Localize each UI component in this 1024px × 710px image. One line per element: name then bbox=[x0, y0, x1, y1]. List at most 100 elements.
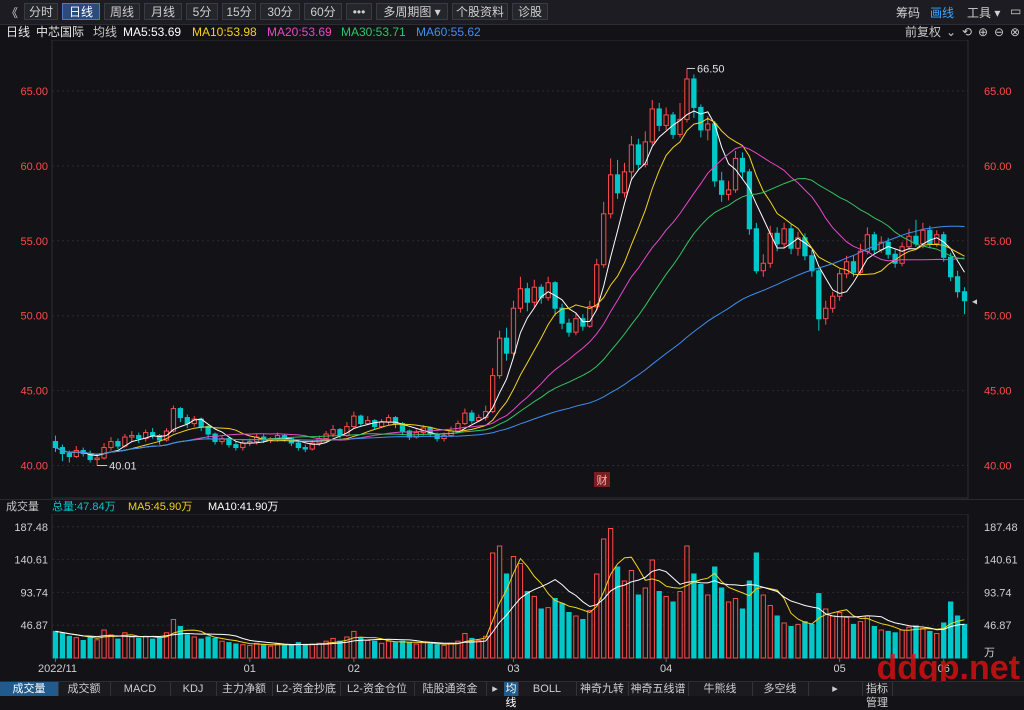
indicator-tab-15[interactable]: ▸ bbox=[808, 682, 863, 696]
indicator-tab-9[interactable]: 均线 bbox=[504, 682, 519, 709]
indicator-tab-16[interactable]: 指标管理 bbox=[862, 682, 893, 709]
volume-bar bbox=[566, 612, 572, 659]
volume-bar bbox=[538, 608, 544, 659]
date-tick-label: 2022/11 bbox=[38, 663, 77, 675]
indicator-tab-5[interactable]: L2-资金抄底 bbox=[272, 682, 341, 696]
candle bbox=[531, 286, 537, 303]
volume-bar bbox=[663, 595, 669, 659]
candle bbox=[732, 157, 739, 191]
adjust-selector[interactable]: 前复权 bbox=[905, 24, 941, 40]
period-button-9[interactable]: 多周期图 ▾ bbox=[376, 3, 448, 20]
indicator-tab-10[interactable]: BOLL bbox=[518, 682, 577, 696]
indicator-tab-2[interactable]: MACD bbox=[110, 682, 171, 696]
period-button-7[interactable]: 60分 bbox=[304, 3, 342, 20]
reset-icon[interactable]: ⟲ bbox=[962, 24, 972, 40]
period-button-4[interactable]: 5分 bbox=[186, 3, 218, 20]
period-button-8[interactable]: ••• bbox=[346, 3, 372, 20]
candle bbox=[725, 189, 732, 195]
finance-marker-label: 财 bbox=[597, 473, 608, 487]
volume-tick-label-left: 187.48 bbox=[14, 522, 48, 534]
volume-bar bbox=[406, 642, 413, 659]
candle bbox=[503, 337, 510, 354]
period-button-6[interactable]: 30分 bbox=[260, 3, 300, 20]
volume-bar bbox=[670, 601, 676, 659]
candlestick-chart[interactable]: 65.00 65.00 60.00 60.00 55.00 55.00 50.00 50.00… bbox=[0, 40, 1024, 499]
volume-bar bbox=[240, 644, 246, 659]
price-tick-label-left: 65.00 bbox=[20, 86, 48, 98]
zoom-out-icon[interactable]: ⊖ bbox=[994, 24, 1004, 40]
volume-bar bbox=[802, 621, 808, 659]
indicator-tab-4[interactable]: 主力净额 bbox=[216, 682, 273, 696]
indicator-tab-11[interactable]: 神奇九转 bbox=[576, 682, 629, 696]
volume-bar bbox=[753, 552, 759, 659]
ma-label[interactable]: 均线 bbox=[93, 24, 117, 40]
volume-bar bbox=[510, 556, 517, 659]
indicator-tab-6[interactable]: L2-资金仓位 bbox=[340, 682, 415, 696]
candle bbox=[774, 232, 780, 245]
volume-bar bbox=[705, 594, 711, 659]
toolbar: 《 分时 日线 周线 月线 5分 15分 30分 60分 ••• 多周期图 ▾ 个股资料 诊股 筹码 … bbox=[0, 0, 1024, 25]
ma-line-ma20 bbox=[55, 145, 965, 455]
close-panel-icon[interactable]: ⊗ bbox=[1010, 24, 1020, 40]
period-button-2[interactable]: 周线 bbox=[104, 3, 140, 20]
volume-bar bbox=[302, 644, 308, 659]
volume-bar bbox=[524, 591, 530, 659]
indicator-tab-8[interactable]: ▸ bbox=[486, 682, 505, 696]
indicator-tab-0[interactable]: 成交量 bbox=[0, 682, 59, 696]
volume-bar bbox=[614, 566, 621, 659]
candle bbox=[108, 441, 114, 449]
candle bbox=[462, 412, 468, 425]
period-button-11[interactable]: 诊股 bbox=[512, 3, 548, 20]
volume-bar bbox=[649, 559, 655, 659]
candle bbox=[52, 441, 59, 449]
volume-bar bbox=[330, 637, 336, 659]
volume-bar bbox=[281, 644, 288, 659]
back-button[interactable]: 《 bbox=[6, 4, 18, 21]
indicator-tab-1[interactable]: 成交额 bbox=[58, 682, 111, 696]
indicator-tab-7[interactable]: 陆股通资金 bbox=[414, 682, 487, 696]
period-button-10[interactable]: 个股资料 bbox=[452, 3, 508, 20]
tools-menu-button[interactable]: 工具 ▾ bbox=[967, 4, 1000, 21]
volume-bar bbox=[66, 635, 72, 659]
dropdown-icon[interactable]: ⌄ bbox=[946, 24, 956, 40]
price-tick-label-right: 65.00 bbox=[984, 86, 1012, 98]
volume-bar bbox=[101, 629, 107, 659]
volume-bar bbox=[628, 570, 635, 659]
drawing-button[interactable]: 画线 bbox=[930, 4, 954, 21]
volume-bar bbox=[843, 616, 850, 659]
volume-bar bbox=[573, 615, 579, 659]
candle bbox=[746, 171, 753, 230]
volume-tick-label-right: 46.87 bbox=[984, 620, 1012, 632]
candle bbox=[136, 435, 142, 440]
volume-bar bbox=[621, 580, 628, 659]
candle bbox=[170, 408, 177, 432]
volume-bar bbox=[746, 580, 753, 659]
period-button-1[interactable]: 日线 bbox=[62, 3, 100, 20]
volume-chart[interactable]: 187.48 187.48 140.61 140.61 93.74 93.74 46.87 4… bbox=[0, 514, 1024, 681]
chip-distribution-button[interactable]: 筹码 bbox=[896, 4, 920, 21]
volume-total: 总量:47.84万 bbox=[52, 501, 116, 513]
period-button-3[interactable]: 月线 bbox=[144, 3, 182, 20]
indicator-tab-3[interactable]: KDJ bbox=[170, 682, 217, 696]
volume-bar bbox=[73, 637, 79, 659]
indicator-tab-12[interactable]: 神奇五线谱 bbox=[628, 682, 689, 696]
price-tick-label-left: 55.00 bbox=[20, 236, 48, 248]
volume-bar bbox=[261, 644, 267, 659]
indicator-tab-13[interactable]: 牛熊线 bbox=[688, 682, 753, 696]
volume-ma5: MA5:45.90万 bbox=[128, 501, 193, 513]
volume-bar bbox=[545, 607, 551, 659]
volume-tick-label-left: 93.74 bbox=[20, 587, 48, 599]
price-tick-label-left: 45.00 bbox=[20, 386, 48, 398]
indicator-tab-14[interactable]: 多空线 bbox=[752, 682, 809, 696]
ma-line-ma10 bbox=[55, 117, 965, 455]
window-close-icon[interactable]: ▭ bbox=[1010, 4, 1021, 18]
volume-bar bbox=[559, 602, 565, 659]
volume-bar bbox=[476, 640, 482, 659]
candle bbox=[739, 157, 746, 173]
volume-bar bbox=[87, 636, 93, 659]
zoom-in-icon[interactable]: ⊕ bbox=[978, 24, 988, 40]
period-button-0[interactable]: 分时 bbox=[24, 3, 58, 20]
candle bbox=[920, 229, 926, 245]
period-button-5[interactable]: 15分 bbox=[222, 3, 256, 20]
candle bbox=[94, 457, 100, 461]
